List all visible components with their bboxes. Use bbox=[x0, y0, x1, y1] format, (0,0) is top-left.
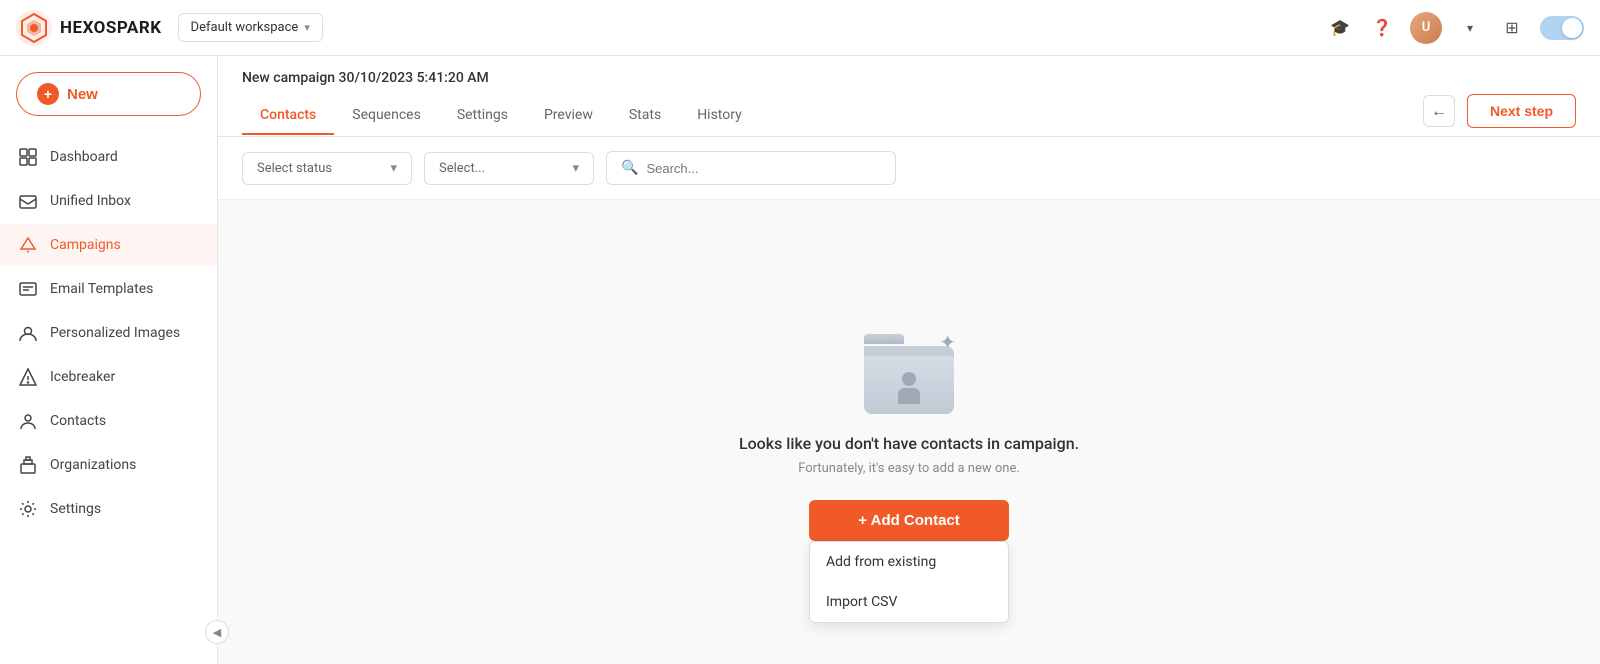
status-filter-label: Select status bbox=[257, 161, 332, 176]
settings-icon bbox=[18, 499, 38, 519]
folder-spark-icon: ✦ bbox=[939, 330, 956, 354]
add-contact-dropdown: Add from existing Import CSV bbox=[809, 541, 1009, 623]
tab-stats[interactable]: Stats bbox=[611, 97, 679, 135]
content-area: New campaign 30/10/2023 5:41:20 AM Conta… bbox=[218, 56, 1600, 664]
sidebar-item-dashboard[interactable]: Dashboard bbox=[0, 136, 217, 178]
navbar: HEXOSPARK Default workspace ▾ 🎓 ❓ U ▾ ⊞ bbox=[0, 0, 1600, 56]
workspace-chevron-icon: ▾ bbox=[304, 21, 310, 34]
sidebar-label-unified-inbox: Unified Inbox bbox=[50, 193, 131, 209]
dropdown-item-add-existing[interactable]: Add from existing bbox=[810, 542, 1008, 582]
search-bar[interactable]: 🔍 bbox=[606, 151, 896, 185]
plus-circle-icon: + bbox=[37, 83, 59, 105]
sidebar: + New Dashboard Unified Inbox bbox=[0, 56, 218, 664]
select-chevron-icon: ▾ bbox=[572, 161, 579, 176]
search-input[interactable] bbox=[646, 161, 881, 176]
sidebar-label-contacts: Contacts bbox=[50, 413, 106, 429]
icebreaker-icon bbox=[18, 367, 38, 387]
sidebar-item-unified-inbox[interactable]: Unified Inbox bbox=[0, 180, 217, 222]
status-chevron-icon: ▾ bbox=[390, 161, 397, 176]
tab-actions: ← Next step bbox=[1423, 94, 1576, 136]
tab-sequences[interactable]: Sequences bbox=[334, 97, 439, 135]
back-button[interactable]: ← bbox=[1423, 95, 1455, 127]
select-filter[interactable]: Select... ▾ bbox=[424, 152, 594, 185]
empty-state-title: Looks like you don't have contacts in ca… bbox=[739, 434, 1079, 453]
sidebar-item-personalized-images[interactable]: Personalized Images bbox=[0, 312, 217, 354]
sidebar-item-contacts[interactable]: Contacts bbox=[0, 400, 217, 442]
empty-state-subtitle: Fortunately, it's easy to add a new one. bbox=[798, 461, 1020, 476]
sidebar-item-campaigns[interactable]: Campaigns bbox=[0, 224, 217, 266]
sidebar-label-dashboard: Dashboard bbox=[50, 149, 118, 165]
tab-preview[interactable]: Preview bbox=[526, 97, 611, 135]
search-icon: 🔍 bbox=[621, 160, 638, 176]
graduation-icon[interactable]: 🎓 bbox=[1326, 14, 1354, 42]
next-step-button[interactable]: Next step bbox=[1467, 94, 1576, 128]
campaign-tabs: Contacts Sequences Settings Preview Stat… bbox=[242, 94, 1576, 136]
folder-illustration: ✦ bbox=[854, 324, 964, 414]
logo: HEXOSPARK bbox=[16, 10, 162, 46]
empty-state: ✦ Looks like you don't have contacts in … bbox=[218, 200, 1600, 664]
sidebar-label-settings: Settings bbox=[50, 501, 101, 517]
person-head bbox=[902, 372, 916, 386]
logo-text: HEXOSPARK bbox=[60, 18, 162, 38]
help-icon[interactable]: ❓ bbox=[1368, 14, 1396, 42]
tab-settings[interactable]: Settings bbox=[439, 97, 526, 135]
personalized-images-icon bbox=[18, 323, 38, 343]
sidebar-item-organizations[interactable]: Organizations bbox=[0, 444, 217, 486]
campaign-header: New campaign 30/10/2023 5:41:20 AM Conta… bbox=[218, 56, 1600, 137]
sidebar-label-organizations: Organizations bbox=[50, 457, 136, 473]
contacts-icon bbox=[18, 411, 38, 431]
status-filter[interactable]: Select status ▾ bbox=[242, 152, 412, 185]
folder-front bbox=[864, 356, 954, 414]
workspace-label: Default workspace bbox=[191, 20, 299, 35]
sidebar-item-settings[interactable]: Settings bbox=[0, 488, 217, 530]
campaigns-icon bbox=[18, 235, 38, 255]
add-contact-container: + Add Contact Add from existing Import C… bbox=[809, 500, 1009, 541]
add-contact-button[interactable]: + Add Contact bbox=[809, 500, 1009, 541]
sidebar-nav: Dashboard Unified Inbox Campaigns bbox=[0, 136, 217, 530]
sidebar-label-campaigns: Campaigns bbox=[50, 237, 121, 253]
toggle-switch[interactable] bbox=[1540, 16, 1584, 40]
new-button[interactable]: + New bbox=[16, 72, 201, 116]
person-body bbox=[898, 388, 920, 404]
sidebar-label-icebreaker: Icebreaker bbox=[50, 369, 115, 385]
campaign-title: New campaign 30/10/2023 5:41:20 AM bbox=[242, 56, 1576, 86]
new-button-label: New bbox=[67, 86, 98, 103]
select-filter-label: Select... bbox=[439, 161, 485, 176]
dashboard-icon bbox=[18, 147, 38, 167]
sidebar-item-email-templates[interactable]: Email Templates bbox=[0, 268, 217, 310]
filters-bar: Select status ▾ Select... ▾ 🔍 bbox=[218, 137, 1600, 200]
workspace-selector[interactable]: Default workspace ▾ bbox=[178, 13, 323, 42]
main-layout: + New Dashboard Unified Inbox bbox=[0, 56, 1600, 664]
tab-history[interactable]: History bbox=[679, 97, 760, 135]
dropdown-item-import-csv[interactable]: Import CSV bbox=[810, 582, 1008, 622]
avatar[interactable]: U bbox=[1410, 12, 1442, 44]
logo-icon bbox=[16, 10, 52, 46]
organizations-icon bbox=[18, 455, 38, 475]
toggle-knob bbox=[1562, 18, 1582, 38]
inbox-icon bbox=[18, 191, 38, 211]
navbar-left: HEXOSPARK Default workspace ▾ bbox=[16, 10, 323, 46]
folder-person bbox=[894, 372, 924, 406]
sidebar-item-icebreaker[interactable]: Icebreaker bbox=[0, 356, 217, 398]
grid-icon[interactable]: ⊞ bbox=[1498, 14, 1526, 42]
navbar-right: 🎓 ❓ U ▾ ⊞ bbox=[1326, 12, 1584, 44]
chevron-down-icon[interactable]: ▾ bbox=[1456, 14, 1484, 42]
sidebar-label-email-templates: Email Templates bbox=[50, 281, 153, 297]
tab-contacts[interactable]: Contacts bbox=[242, 97, 334, 135]
folder-tab bbox=[864, 334, 904, 344]
email-templates-icon bbox=[18, 279, 38, 299]
sidebar-label-personalized-images: Personalized Images bbox=[50, 325, 180, 341]
